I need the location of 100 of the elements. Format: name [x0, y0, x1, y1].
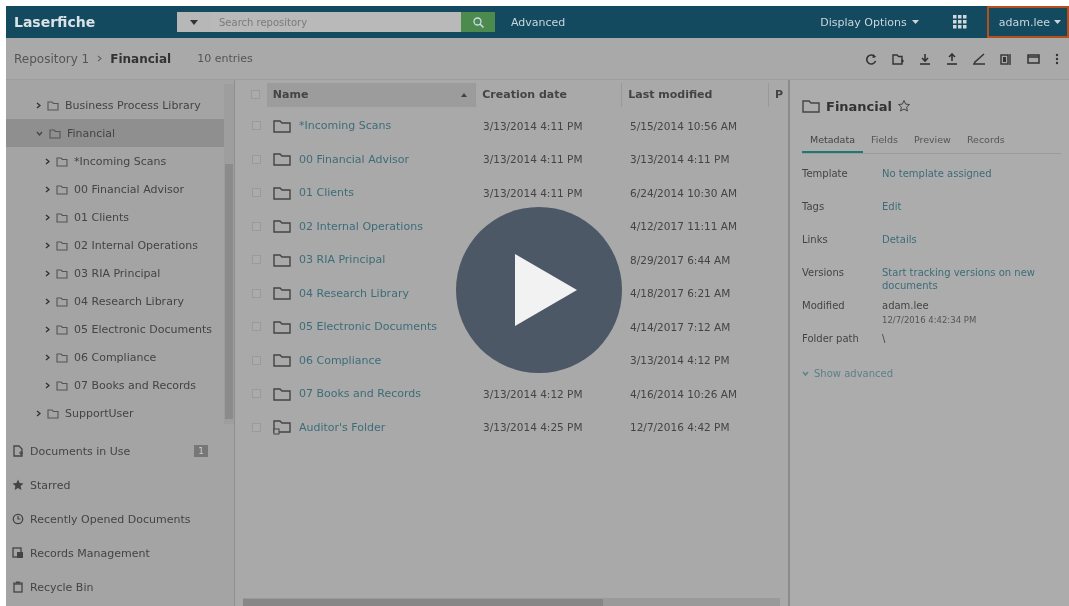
- folder-link[interactable]: 07 Books and Records: [299, 387, 422, 401]
- display-options-button[interactable]: Display Options: [814, 14, 925, 30]
- column-header[interactable]: Creation date: [475, 82, 622, 107]
- tree-item[interactable]: 00 Financial Advisor: [6, 175, 224, 203]
- table-cell-text: 3/13/2014 4:12 PM: [482, 387, 584, 400]
- chevron-right-icon[interactable]: [36, 101, 41, 109]
- nav-item[interactable]: Documents in Use 1: [6, 434, 234, 468]
- tree-item[interactable]: 02 Internal Operations: [6, 231, 224, 259]
- tree-item[interactable]: Business Process Library: [6, 91, 224, 119]
- tree-item[interactable]: 01 Clients: [6, 203, 224, 231]
- field-link[interactable]: Start tracking versions on new documents: [882, 267, 1061, 292]
- chevron-right-icon[interactable]: [45, 325, 50, 333]
- chevron-right-icon[interactable]: [36, 409, 41, 417]
- new-folder-icon[interactable]: [892, 52, 905, 65]
- nav-item[interactable]: Recently Opened Documents: [6, 502, 234, 536]
- folder-link[interactable]: 03 RIA Principal: [299, 253, 386, 267]
- caret-icon: [190, 19, 198, 25]
- columns-icon[interactable]: [1000, 52, 1013, 65]
- folder-icon: [273, 252, 291, 267]
- tab[interactable]: Preview: [905, 128, 959, 153]
- chevron-right-icon[interactable]: [45, 157, 50, 165]
- folder-icon: [56, 155, 68, 167]
- tree-item[interactable]: *Incoming Scans: [6, 147, 224, 175]
- column-header[interactable]: P: [768, 82, 788, 107]
- chevron-right-icon[interactable]: [45, 241, 50, 249]
- breadcrumb-link[interactable]: Financial: [110, 51, 172, 66]
- table-cell-text: 3/13/2014 4:11 PM: [482, 119, 584, 132]
- folder-link[interactable]: Auditor's Folder: [299, 420, 386, 434]
- tree-item[interactable]: 06 Compliance: [6, 343, 224, 371]
- app-grid-icon[interactable]: [952, 15, 967, 29]
- upload-icon[interactable]: [946, 52, 959, 65]
- caret-icon: [911, 20, 919, 24]
- tab[interactable]: Metadata: [802, 128, 863, 153]
- app-logo: Laserfiche: [14, 14, 97, 30]
- breadcrumb-link[interactable]: Repository 1: [14, 51, 90, 66]
- tree-item[interactable]: SupportUser: [6, 399, 224, 427]
- search-scope-dropdown[interactable]: [177, 12, 211, 32]
- field-link[interactable]: Edit: [882, 201, 1061, 214]
- search-field[interactable]: Search repository: [211, 12, 461, 32]
- more-icon[interactable]: [1054, 52, 1059, 65]
- chevron-right-icon[interactable]: [45, 213, 50, 221]
- download-icon[interactable]: [919, 52, 932, 65]
- table-cell-text: 8/29/2017 6:44 AM: [629, 253, 732, 266]
- folder-icon: [47, 99, 59, 111]
- records-icon: [12, 547, 24, 559]
- scrollbar[interactable]: [243, 598, 780, 606]
- chevron-right-icon[interactable]: [45, 353, 50, 361]
- play-icon: [515, 254, 577, 326]
- details-title: Financial: [826, 98, 892, 114]
- tree-item[interactable]: Financial: [6, 119, 224, 147]
- scrollbar[interactable]: [224, 84, 234, 424]
- chevron-right-icon[interactable]: [45, 381, 50, 389]
- nav-item[interactable]: Starred: [6, 468, 234, 502]
- tree-item[interactable]: 05 Electronic Documents: [6, 315, 224, 343]
- search-button[interactable]: [461, 12, 495, 32]
- folder-icon: [273, 286, 291, 301]
- folder-link[interactable]: *Incoming Scans: [299, 119, 392, 133]
- folder-link[interactable]: 05 Electronic Documents: [299, 320, 437, 334]
- folder-icon: [273, 118, 291, 133]
- clock-icon: [12, 513, 24, 525]
- field-link[interactable]: No template assigned: [882, 168, 1061, 181]
- tab[interactable]: Fields: [863, 128, 906, 153]
- tree-item[interactable]: 04 Research Library: [6, 287, 224, 315]
- document-icon: [12, 445, 24, 457]
- table-cell-text: 3/13/2014 4:12 PM: [629, 354, 731, 367]
- folder-link[interactable]: 02 Internal Operations: [299, 219, 423, 233]
- chevron-down-icon: [802, 371, 809, 376]
- refresh-icon[interactable]: [865, 52, 878, 65]
- chevron-right-icon[interactable]: [45, 185, 50, 193]
- trash-icon: [12, 581, 24, 593]
- field-value: \: [882, 333, 887, 346]
- star-icon[interactable]: [898, 100, 910, 112]
- tree-item[interactable]: 07 Books and Records: [6, 371, 224, 399]
- nav-item[interactable]: Recycle Bin: [6, 570, 234, 604]
- folder-icon: [273, 353, 291, 368]
- pen-icon[interactable]: [973, 52, 986, 65]
- search-icon: [472, 16, 484, 28]
- mail-icon[interactable]: [1027, 52, 1040, 65]
- folder-link[interactable]: 01 Clients: [299, 186, 355, 200]
- field-link[interactable]: Details: [882, 234, 1061, 247]
- column-header[interactable]: Name: [266, 82, 476, 107]
- folder-icon: [273, 219, 291, 234]
- chevron-right-icon[interactable]: [45, 297, 50, 305]
- chevron-right-icon[interactable]: [45, 269, 50, 277]
- folder-link[interactable]: 06 Compliance: [299, 353, 382, 367]
- tree-item[interactable]: 03 RIA Principal: [6, 259, 224, 287]
- tab[interactable]: Records: [958, 128, 1013, 153]
- table-cell-text: 4/14/2017 7:12 AM: [629, 320, 732, 333]
- folder-icon: [273, 152, 291, 167]
- table-cell-text: 3/13/2014 4:11 PM: [482, 153, 584, 166]
- nav-item[interactable]: Records Management: [6, 536, 234, 570]
- folder-link[interactable]: 04 Research Library: [299, 286, 409, 300]
- field-label: Template: [802, 168, 849, 181]
- caret-icon: [1054, 20, 1061, 24]
- chevron-down-icon[interactable]: [36, 130, 43, 136]
- column-header[interactable]: Last modified: [621, 82, 769, 107]
- star-icon: [12, 479, 24, 491]
- advanced-search-link[interactable]: Advanced: [511, 15, 566, 29]
- user-menu-button[interactable]: adam.lee: [986, 6, 1069, 38]
- folder-link[interactable]: 00 Financial Advisor: [299, 152, 410, 166]
